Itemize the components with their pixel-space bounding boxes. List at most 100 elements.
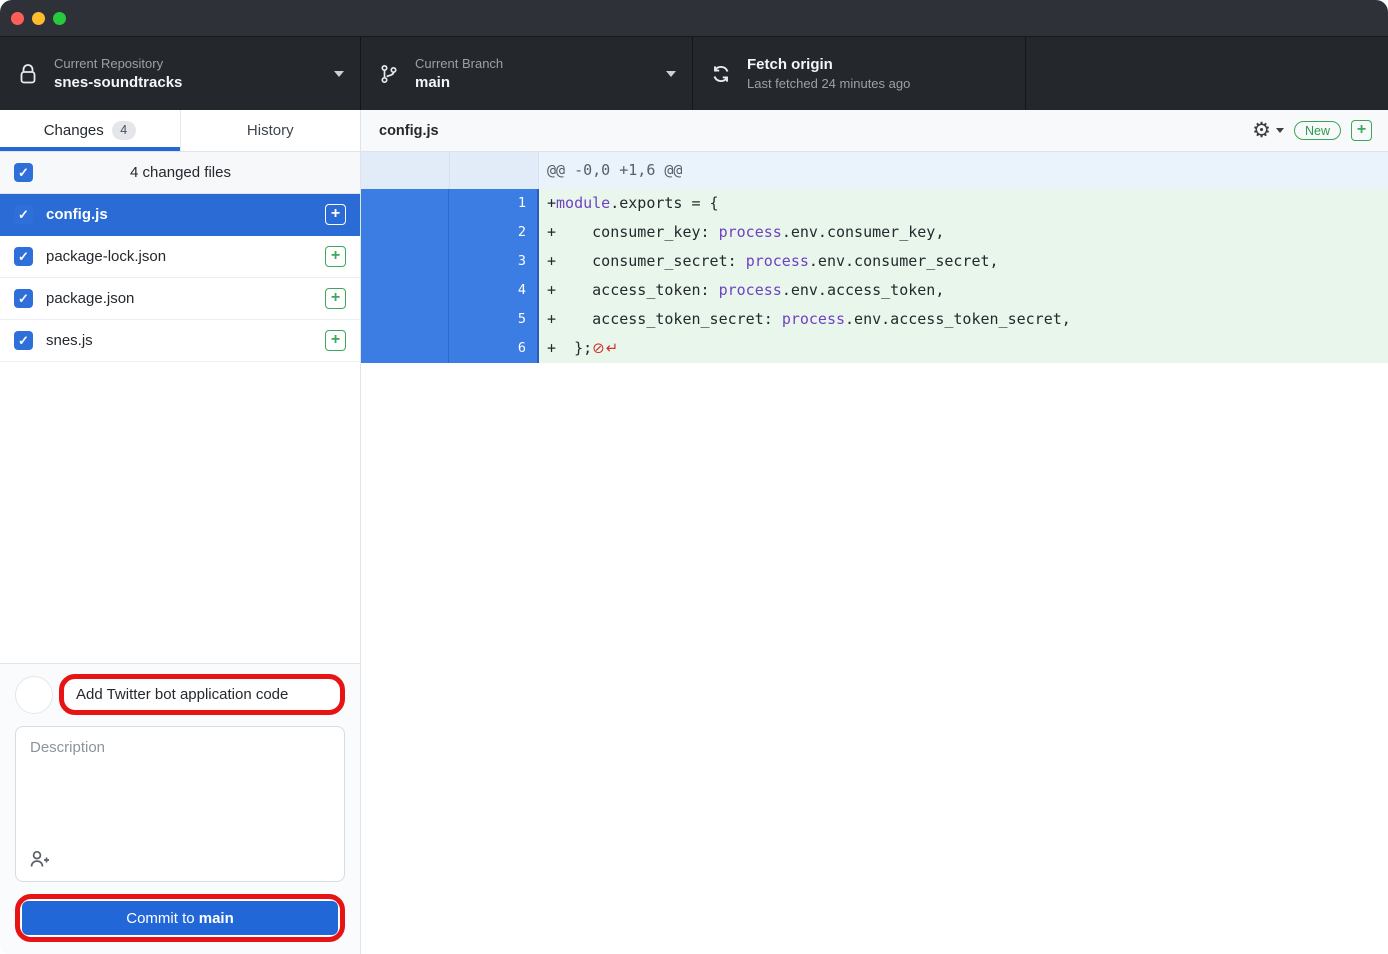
checkbox-check-icon: ✓ bbox=[18, 250, 29, 263]
commit-button-branch: main bbox=[199, 910, 234, 927]
diff-line-code: +module.exports = { bbox=[539, 189, 1388, 218]
repository-name: snes-soundtracks bbox=[54, 73, 324, 93]
fetch-origin-button[interactable]: Fetch origin Last fetched 24 minutes ago bbox=[693, 37, 1026, 110]
active-tab-underline bbox=[0, 147, 180, 151]
commit-pane: Commit to main bbox=[0, 663, 360, 954]
diff-line: 1+module.exports = { bbox=[361, 189, 1388, 218]
plus-square-icon[interactable]: + bbox=[325, 288, 346, 309]
git-branch-icon bbox=[377, 62, 401, 86]
hunk-header-text: @@ -0,0 +1,6 @@ bbox=[539, 152, 1388, 189]
commit-summary-row bbox=[15, 674, 345, 715]
person-add-icon[interactable] bbox=[28, 847, 52, 871]
toolbar: Current Repository snes-soundtracks Curr… bbox=[0, 36, 1388, 110]
branch-name: main bbox=[415, 73, 656, 93]
avatar bbox=[15, 676, 53, 714]
tab-changes-label: Changes bbox=[44, 122, 104, 139]
diff-line-gutter[interactable]: 3 bbox=[361, 247, 539, 276]
github-desktop-window: Current Repository snes-soundtracks Curr… bbox=[0, 0, 1388, 954]
commit-to-main-button[interactable]: Commit to main bbox=[22, 901, 338, 935]
plus-square-icon[interactable]: + bbox=[325, 246, 346, 267]
diff-lines: 1+module.exports = {2+ consumer_key: pro… bbox=[361, 189, 1388, 363]
hunk-gutter bbox=[361, 152, 539, 189]
diff-line: 6+ };⊘↵ bbox=[361, 334, 1388, 363]
commit-summary-input[interactable] bbox=[70, 682, 334, 707]
fetch-subtitle: Last fetched 24 minutes ago bbox=[747, 76, 910, 91]
current-branch-dropdown[interactable]: Current Branch main bbox=[361, 37, 693, 110]
diff-line-code: + };⊘↵ bbox=[539, 334, 1388, 363]
current-repository-dropdown[interactable]: Current Repository snes-soundtracks bbox=[0, 37, 361, 110]
file-name: config.js bbox=[46, 206, 325, 223]
diff-line-code: + consumer_key: process.env.consumer_key… bbox=[539, 218, 1388, 247]
diff-file-name: config.js bbox=[379, 123, 1252, 139]
zoom-window-button[interactable] bbox=[53, 12, 66, 25]
diff-line-gutter[interactable]: 2 bbox=[361, 218, 539, 247]
title-bar bbox=[0, 0, 1388, 36]
repository-text: Current Repository snes-soundtracks bbox=[54, 55, 324, 93]
select-all-checkbox[interactable]: ✓ bbox=[14, 163, 33, 182]
close-window-button[interactable] bbox=[11, 12, 24, 25]
sidebar-tabs: Changes 4 History bbox=[0, 110, 360, 152]
branch-label: Current Branch bbox=[415, 56, 503, 71]
commit-description-input[interactable] bbox=[16, 727, 344, 845]
plus-square-icon[interactable]: + bbox=[1351, 120, 1372, 141]
diff-line-gutter[interactable]: 4 bbox=[361, 276, 539, 305]
annotation-highlight-commit: Commit to main bbox=[15, 894, 345, 942]
diff-line: 2+ consumer_key: process.env.consumer_ke… bbox=[361, 218, 1388, 247]
changed-files-header: ✓ 4 changed files bbox=[0, 152, 360, 194]
plus-square-icon[interactable]: + bbox=[325, 204, 346, 225]
file-checkbox[interactable]: ✓ bbox=[14, 331, 33, 350]
main-content: Changes 4 History ✓ 4 changed files ✓ con… bbox=[0, 110, 1388, 954]
file-row-snes.js[interactable]: ✓ snes.js+ bbox=[0, 320, 360, 362]
diff-line-code: + access_token_secret: process.env.acces… bbox=[539, 305, 1388, 334]
file-list: ✓config.js+✓package-lock.json+✓package.j… bbox=[0, 194, 360, 362]
file-row-package-lock.json[interactable]: ✓package-lock.json+ bbox=[0, 236, 360, 278]
diff-header: config.js ⚙ New + bbox=[361, 110, 1388, 152]
repository-label: Current Repository bbox=[54, 56, 163, 71]
diff-line-code: + access_token: process.env.access_token… bbox=[539, 276, 1388, 305]
diff-pane: config.js ⚙ New + @@ -0,0 +1,6 @@ 1+modu… bbox=[361, 110, 1388, 954]
checkbox-check-icon: ✓ bbox=[18, 208, 29, 221]
file-checkbox[interactable]: ✓ bbox=[14, 289, 33, 308]
hunk-header-row: @@ -0,0 +1,6 @@ bbox=[361, 152, 1388, 189]
diff-line: 4+ access_token: process.env.access_toke… bbox=[361, 276, 1388, 305]
diff-line-gutter[interactable]: 6 bbox=[361, 334, 539, 363]
new-file-badge: New bbox=[1294, 121, 1341, 140]
file-row-package.json[interactable]: ✓ package.json+ bbox=[0, 278, 360, 320]
fetch-title: Fetch origin bbox=[747, 55, 1009, 75]
diff-line-gutter[interactable]: 5 bbox=[361, 305, 539, 334]
changed-files-count: 4 changed files bbox=[33, 164, 328, 181]
diff-line: 5+ access_token_secret: process.env.acce… bbox=[361, 305, 1388, 334]
tab-changes[interactable]: Changes 4 bbox=[0, 110, 180, 151]
diff-line: 3+ consumer_secret: process.env.consumer… bbox=[361, 247, 1388, 276]
chevron-down-icon bbox=[334, 71, 344, 77]
sync-icon bbox=[709, 62, 733, 86]
annotation-highlight-summary bbox=[59, 674, 345, 715]
sidebar-spacer bbox=[0, 362, 360, 663]
gear-icon: ⚙ bbox=[1252, 120, 1271, 141]
diff-body: @@ -0,0 +1,6 @@ 1+module.exports = {2+ c… bbox=[361, 152, 1388, 954]
checkbox-check-icon: ✓ bbox=[18, 292, 29, 305]
chevron-down-icon bbox=[1276, 128, 1284, 133]
chevron-down-icon bbox=[666, 71, 676, 77]
diff-line-code: + consumer_secret: process.env.consumer_… bbox=[539, 247, 1388, 276]
tab-history-label: History bbox=[247, 122, 294, 139]
file-name: package.json bbox=[46, 290, 325, 307]
commit-description-box bbox=[15, 726, 345, 882]
file-name: snes.js bbox=[46, 332, 325, 349]
diff-options-button[interactable]: ⚙ bbox=[1252, 120, 1284, 141]
checkbox-check-icon: ✓ bbox=[18, 334, 29, 347]
lock-icon bbox=[16, 62, 40, 86]
branch-text: Current Branch main bbox=[415, 55, 656, 93]
commit-button-label: Commit to bbox=[126, 910, 199, 927]
fetch-text: Fetch origin Last fetched 24 minutes ago bbox=[747, 55, 1009, 93]
checkbox-check-icon: ✓ bbox=[18, 166, 29, 179]
file-checkbox[interactable]: ✓ bbox=[14, 205, 33, 224]
file-checkbox[interactable]: ✓ bbox=[14, 247, 33, 266]
changes-count-badge: 4 bbox=[112, 121, 136, 140]
plus-square-icon[interactable]: + bbox=[325, 330, 346, 351]
minimize-window-button[interactable] bbox=[32, 12, 45, 25]
sidebar: Changes 4 History ✓ 4 changed files ✓ con… bbox=[0, 110, 361, 954]
tab-history[interactable]: History bbox=[180, 110, 361, 151]
file-row-config.js[interactable]: ✓ config.js+ bbox=[0, 194, 360, 236]
diff-line-gutter[interactable]: 1 bbox=[361, 189, 539, 218]
